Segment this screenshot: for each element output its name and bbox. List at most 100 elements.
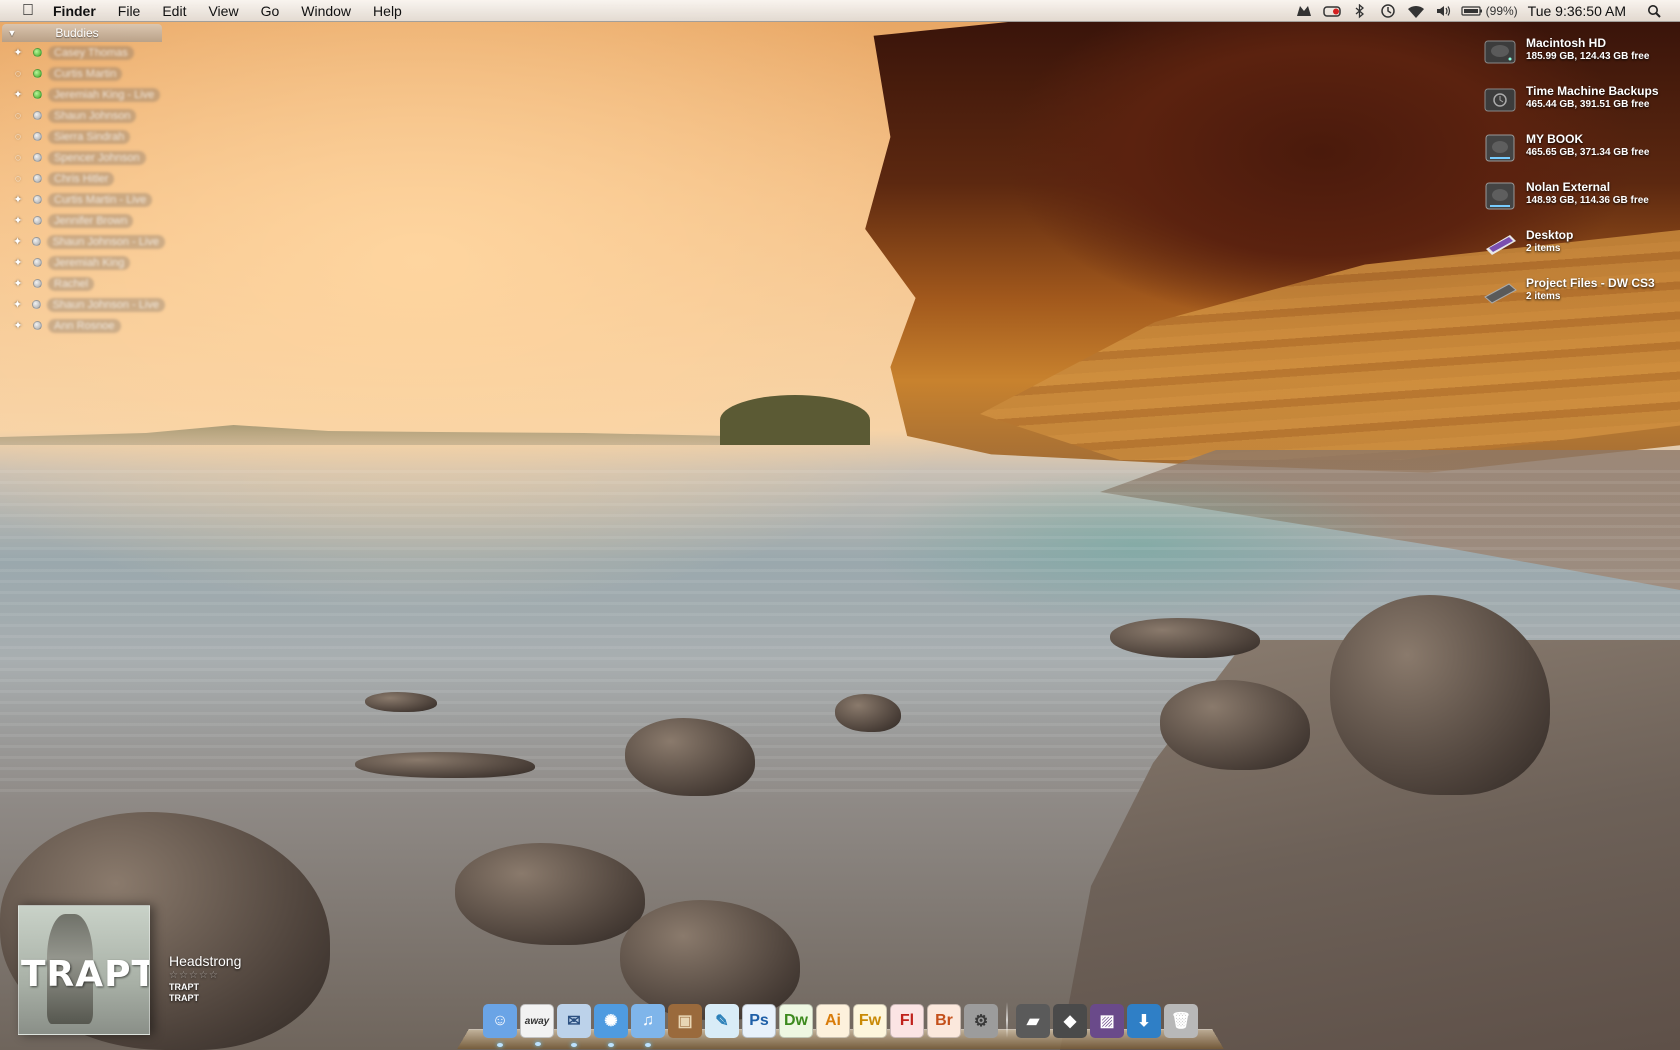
istat-icon[interactable]	[1318, 0, 1346, 22]
buddy-row[interactable]: ✦ Jeremiah King	[0, 252, 165, 273]
apple-menu-icon[interactable]: 	[17, 0, 39, 22]
dock-separator[interactable]	[1006, 1002, 1008, 1038]
dock-icon-label: Dw	[784, 1012, 808, 1029]
dock-downloads-stack-icon[interactable]: ⬇	[1127, 1004, 1161, 1038]
status-dot-icon	[33, 279, 42, 288]
status-dot-icon	[33, 216, 42, 225]
running-indicator	[571, 1043, 577, 1047]
time-machine-icon[interactable]	[1374, 0, 1402, 22]
growl-icon[interactable]	[1290, 0, 1318, 22]
aim-service-icon: ✦	[13, 278, 23, 290]
dock-desktop-stack-icon[interactable]: ▨	[1090, 1004, 1124, 1038]
dock-icon-glyph: ▰	[1026, 1013, 1040, 1030]
desktop-folder-icon[interactable]	[1482, 225, 1518, 261]
menu-file[interactable]: File	[107, 0, 152, 22]
menu-clock[interactable]: Tue 9:36:50 AM	[1528, 3, 1626, 19]
buddy-row[interactable]: ✦ Ann Rosnoe	[0, 315, 165, 336]
dock-adium-icon[interactable]: away	[520, 1004, 554, 1046]
volume-icon[interactable]	[1430, 0, 1458, 22]
aim-service-icon: ✦	[12, 299, 23, 311]
menu-view[interactable]: View	[197, 0, 249, 22]
buddy-row[interactable]: ✦ Shaun Johnson - Live	[0, 294, 165, 315]
album-art[interactable]: TRAPT	[18, 905, 150, 1035]
status-dot-icon	[33, 69, 42, 78]
buddy-row[interactable]: ✦ Jeremiah King - Live	[0, 84, 165, 105]
menu-finder[interactable]: Finder	[53, 0, 107, 22]
buddy-row[interactable]: ✦ Jennifer Brown	[0, 210, 165, 231]
desktop-volume[interactable]: Time Machine Backups 465.44 GB, 391.51 GB…	[1482, 81, 1677, 129]
battery-icon[interactable]	[1458, 0, 1486, 22]
volume-label: Desktop 2 items	[1526, 225, 1573, 255]
dock-trash-icon[interactable]: 🗑	[1164, 1004, 1198, 1038]
volume-name: Time Machine Backups	[1526, 84, 1659, 98]
menu-edit[interactable]: Edit	[151, 0, 197, 22]
desktop-volume[interactable]: Macintosh HD 185.99 GB, 124.43 GB free	[1482, 33, 1677, 81]
menu-help[interactable]: Help	[362, 0, 413, 22]
track-album: TRAPT	[169, 993, 199, 1003]
wallpaper-rock	[455, 843, 645, 945]
dock-finder-icon[interactable]: ☺	[483, 1004, 517, 1047]
dock-icon-glyph: 🗑	[1170, 1013, 1192, 1030]
dock-mail-icon[interactable]: ✉	[557, 1004, 591, 1047]
wifi-icon[interactable]	[1402, 0, 1430, 22]
dock-illustrator-icon[interactable]: Ai	[816, 1004, 850, 1038]
buddy-row[interactable]: ◌ Spencer Johnson	[0, 147, 165, 168]
track-rating[interactable]: ☆☆☆☆☆	[169, 970, 241, 982]
bluetooth-icon[interactable]	[1346, 0, 1374, 22]
disclosure-triangle-icon[interactable]: ▼	[2, 28, 22, 38]
buddy-row[interactable]: ◌ Curtis Martin	[0, 63, 165, 84]
external-drive-icon[interactable]	[1482, 129, 1518, 165]
dock-applications-stack-icon[interactable]: ▰	[1016, 1004, 1050, 1038]
dock-twitter-client-icon[interactable]: ✎	[705, 1004, 739, 1038]
volume-detail: 465.44 GB, 391.51 GB free	[1526, 99, 1650, 110]
spotlight-icon[interactable]	[1640, 0, 1668, 22]
external-drive-icon[interactable]	[1482, 177, 1518, 213]
buddy-row[interactable]: ◌ Chris Hitler	[0, 168, 165, 189]
dock-icon-glyph: ◆	[1063, 1013, 1077, 1030]
buddy-name: Sierra Sindrah	[48, 129, 131, 144]
running-indicator	[608, 1043, 614, 1047]
wallpaper-beach	[1100, 450, 1680, 590]
menu-window[interactable]: Window	[290, 0, 362, 22]
hard-drive-icon[interactable]	[1482, 33, 1518, 69]
dock-system-preferences-icon[interactable]: ⚙	[964, 1004, 998, 1038]
time-machine-drive-icon[interactable]	[1482, 81, 1518, 117]
wallpaper-water	[0, 470, 1680, 800]
dock-photoshop-icon[interactable]: Ps	[742, 1004, 776, 1038]
desktop-volume[interactable]: Nolan External 148.93 GB, 114.36 GB free	[1482, 177, 1677, 225]
dock-fireworks-icon[interactable]: Fw	[853, 1004, 887, 1038]
menu-go[interactable]: Go	[250, 0, 291, 22]
dock-iphoto-icon[interactable]: ▣	[668, 1004, 702, 1038]
buddy-row[interactable]: ✦ Rachel	[0, 273, 165, 294]
buddy-name: Jennifer Brown	[48, 213, 134, 228]
buddy-row[interactable]: ✦ Casey Thomas	[0, 42, 165, 63]
desktop-volume[interactable]: MY BOOK 465.65 GB, 371.34 GB free	[1482, 129, 1677, 177]
buddy-name: Jeremiah King - Live	[48, 87, 161, 102]
aim-service-icon: ✦	[13, 89, 23, 101]
chat-bubble-icon: ◌	[14, 67, 22, 80]
dock-itunes-icon[interactable]: ♫	[631, 1004, 665, 1047]
desktop-wallpaper	[0, 0, 1680, 1050]
folder-icon[interactable]	[1482, 273, 1518, 309]
buddy-name: Curtis Martin - Live	[48, 192, 153, 207]
buddy-row[interactable]: ◌ Shaun Johnson	[0, 105, 165, 126]
dock-bridge-icon[interactable]: Br	[927, 1004, 961, 1038]
buddy-list-header[interactable]: ▼ Buddies	[2, 24, 162, 42]
volume-name: MY BOOK	[1526, 132, 1584, 146]
dock-flash-icon[interactable]: Fl	[890, 1004, 924, 1038]
dock-icon-label: Ai	[825, 1012, 841, 1029]
running-indicator	[535, 1042, 541, 1046]
chat-bubble-icon: ◌	[14, 151, 22, 164]
dock-icon-glyph: ⬇	[1137, 1013, 1151, 1030]
buddy-row[interactable]: ✦ Shaun Johnson - Live	[0, 231, 165, 252]
desktop-volume[interactable]: Project Files - DW CS3 2 items	[1482, 273, 1677, 321]
buddy-row[interactable]: ◌ Sierra Sindrah	[0, 126, 165, 147]
volume-detail: 2 items	[1526, 291, 1561, 302]
dock-safari-icon[interactable]: ✺	[594, 1004, 628, 1047]
buddy-row[interactable]: ✦ Curtis Martin - Live	[0, 189, 165, 210]
desktop-volume[interactable]: Desktop 2 items	[1482, 225, 1677, 273]
volume-name: Project Files - DW CS3	[1526, 276, 1655, 290]
dock-dreamweaver-icon[interactable]: Dw	[779, 1004, 813, 1038]
dock-documents-stack-icon[interactable]: ◆	[1053, 1004, 1087, 1038]
volume-label: Time Machine Backups 465.44 GB, 391.51 GB…	[1526, 81, 1659, 111]
